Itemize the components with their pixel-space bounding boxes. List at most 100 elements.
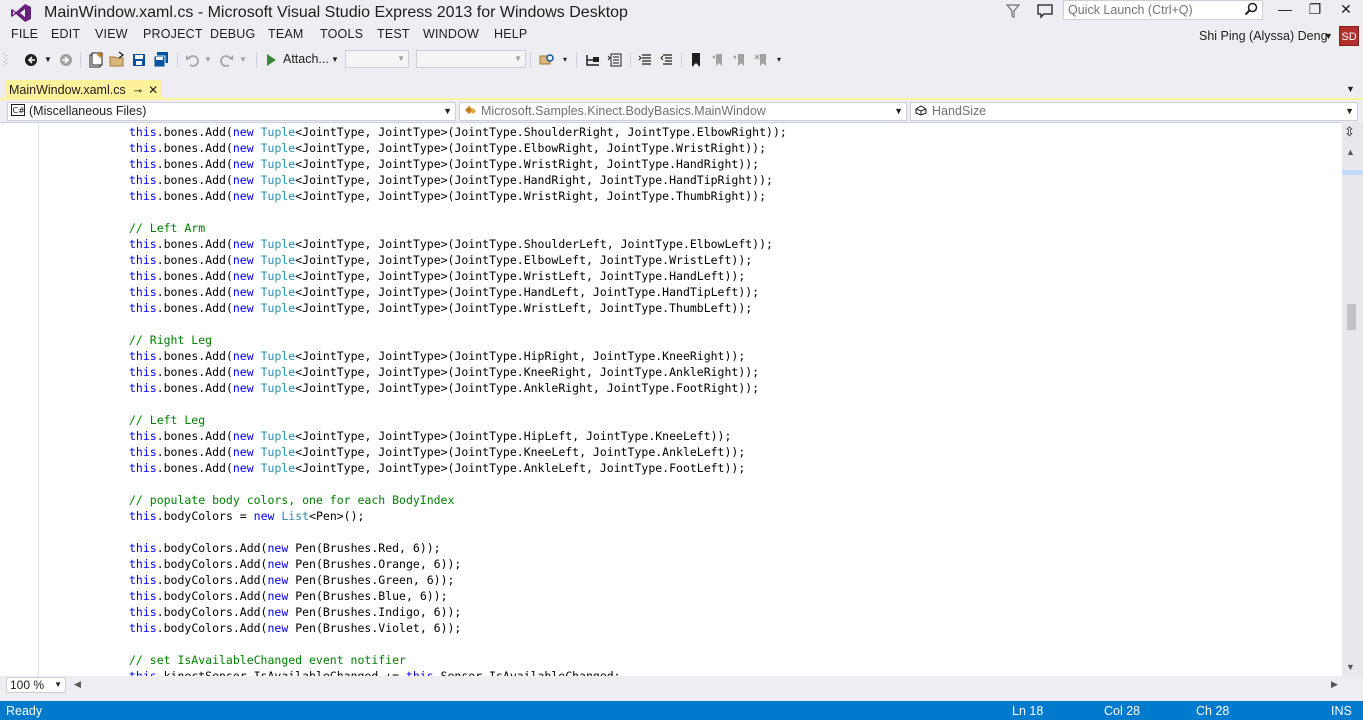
quick-launch-box[interactable] [1063,0,1263,20]
vertical-scrollbar[interactable] [1342,122,1363,676]
maximize-button[interactable]: ❐ [1300,0,1330,20]
quick-launch-input[interactable] [1064,2,1242,18]
code-line[interactable]: this.kinectSensor.IsAvailableChanged += … [129,668,787,676]
menu-tools[interactable]: TOOLS [320,27,363,41]
code-line[interactable]: this.bones.Add(new Tuple<JointType, Join… [129,348,787,364]
project-scope-dropdown[interactable]: C# (Miscellaneous Files) ▼ [7,102,456,121]
toolbar-overflow-chevron-icon[interactable]: ▾ [774,50,784,70]
code-line[interactable]: this.bones.Add(new Tuple<JointType, Join… [129,124,787,140]
code-line[interactable]: this.bones.Add(new Tuple<JointType, Join… [129,252,787,268]
code-line[interactable]: this.bodyColors = new List<Pen>(); [129,508,787,524]
code-line[interactable]: this.bones.Add(new Tuple<JointType, Join… [129,364,787,380]
start-debugging-play-icon[interactable] [263,50,279,70]
code-line[interactable]: this.bones.Add(new Tuple<JointType, Join… [129,428,787,444]
code-line[interactable]: this.bones.Add(new Tuple<JointType, Join… [129,172,787,188]
previous-bookmark-icon[interactable] [710,50,726,70]
code-line[interactable]: this.bodyColors.Add(new Pen(Brushes.Viol… [129,620,787,636]
type-scope-dropdown[interactable]: Microsoft.Samples.Kinect.BodyBasics.Main… [459,102,907,121]
undo-dropdown-chevron-icon[interactable]: ▼ [203,50,213,70]
navigate-back-icon[interactable] [23,50,39,70]
new-project-icon[interactable] [87,50,105,70]
solution-platform-combo[interactable]: ▼ [416,50,526,68]
code-line[interactable]: this.bodyColors.Add(new Pen(Brushes.Indi… [129,604,787,620]
solution-explorer-icon[interactable] [584,50,602,70]
scroll-right-arrow-icon[interactable]: ▶ [1331,679,1338,690]
code-line[interactable]: this.bones.Add(new Tuple<JointType, Join… [129,156,787,172]
menu-team[interactable]: TEAM [268,27,304,41]
code-line[interactable] [129,396,787,412]
save-all-icon[interactable] [152,50,170,70]
menu-test[interactable]: TEST [377,27,410,41]
code-line[interactable]: this.bones.Add(new Tuple<JointType, Join… [129,460,787,476]
code-line[interactable]: // populate body colors, one for each Bo… [129,492,787,508]
toolbar-grip[interactable] [3,50,9,70]
code-line[interactable] [129,204,787,220]
user-name[interactable]: Shi Ping (Alyssa) Deng [1199,29,1328,43]
redo-icon[interactable] [219,50,235,70]
menu-help[interactable]: HELP [494,27,527,41]
minimize-button[interactable]: — [1270,0,1300,20]
code-line[interactable]: this.bodyColors.Add(new Pen(Brushes.Oran… [129,556,787,572]
attach-button[interactable]: Attach... [283,52,329,66]
zoom-level-combo[interactable]: 100 % ▼ [6,677,66,693]
next-bookmark-icon[interactable] [732,50,748,70]
find-in-files-icon[interactable] [538,50,556,70]
menu-window[interactable]: WINDOW [423,27,479,41]
code-line[interactable]: this.bodyColors.Add(new Pen(Brushes.Blue… [129,588,787,604]
code-editor[interactable]: this.bones.Add(new Tuple<JointType, Join… [0,122,1342,676]
code-line[interactable] [129,316,787,332]
member-scope-dropdown[interactable]: HandSize ▼ [910,102,1358,121]
code-line[interactable]: this.bones.Add(new Tuple<JointType, Join… [129,380,787,396]
split-window-icon[interactable]: ⇳ [1344,124,1355,140]
redo-dropdown-chevron-icon[interactable]: ▼ [238,50,248,70]
notifications-filter-icon[interactable] [1004,2,1022,20]
code-line[interactable]: this.bones.Add(new Tuple<JointType, Join… [129,300,787,316]
bookmark-icon[interactable] [689,50,703,70]
code-line[interactable] [129,636,787,652]
code-line[interactable]: this.bodyColors.Add(new Pen(Brushes.Gree… [129,572,787,588]
code-line[interactable]: this.bones.Add(new Tuple<JointType, Join… [129,444,787,460]
code-line[interactable]: // Left Leg [129,412,787,428]
menu-view[interactable]: VIEW [95,27,128,41]
close-tab-icon[interactable]: ✕ [148,83,158,97]
menu-debug[interactable]: DEBUG [210,27,255,41]
code-line[interactable]: // Right Leg [129,332,787,348]
code-line[interactable] [129,524,787,540]
tab-overflow-chevron-down-icon[interactable]: ▼ [1346,84,1355,94]
save-icon[interactable] [131,50,147,70]
navigate-forward-icon[interactable] [58,50,74,70]
code-line[interactable] [129,476,787,492]
code-line[interactable]: this.bones.Add(new Tuple<JointType, Join… [129,140,787,156]
solution-configuration-combo[interactable]: ▼ [345,50,409,68]
code-line[interactable]: // set IsAvailableChanged event notifier [129,652,787,668]
find-dropdown-chevron-icon[interactable]: ▾ [560,50,570,70]
pin-tab-icon[interactable]: ⊸ [134,86,142,97]
menu-edit[interactable]: EDIT [51,27,80,41]
close-button[interactable]: ✕ [1331,0,1361,20]
properties-window-icon[interactable] [606,50,624,70]
attach-dropdown-chevron-icon[interactable]: ▼ [330,50,340,70]
code-text[interactable]: this.bones.Add(new Tuple<JointType, Join… [129,124,787,676]
feedback-icon[interactable] [1036,2,1054,20]
avatar[interactable]: SD [1339,26,1359,46]
scroll-up-arrow-icon[interactable]: ▲ [1346,147,1355,157]
code-line[interactable]: this.bones.Add(new Tuple<JointType, Join… [129,284,787,300]
search-icon[interactable] [1244,2,1258,16]
tab-mainwindow-xaml-cs[interactable]: MainWindow.xaml.cs ⊸ ✕ [5,80,163,100]
menu-file[interactable]: FILE [11,27,38,41]
menu-project[interactable]: PROJECT [143,27,203,41]
code-line[interactable]: this.bodyColors.Add(new Pen(Brushes.Red,… [129,540,787,556]
code-line[interactable]: this.bones.Add(new Tuple<JointType, Join… [129,236,787,252]
uncomment-lines-icon[interactable] [658,50,674,70]
user-chevron-down-icon[interactable]: ▼ [1324,31,1333,41]
back-dropdown-chevron-icon[interactable]: ▼ [43,50,53,70]
open-file-icon[interactable] [108,50,126,70]
clear-bookmarks-icon[interactable] [754,50,770,70]
code-line[interactable]: this.bones.Add(new Tuple<JointType, Join… [129,188,787,204]
scroll-down-arrow-icon[interactable]: ▼ [1346,662,1355,672]
scroll-left-arrow-icon[interactable]: ◀ [74,679,81,690]
vertical-scroll-thumb[interactable] [1347,304,1356,330]
code-line[interactable]: // Left Arm [129,220,787,236]
comment-lines-icon[interactable] [637,50,653,70]
undo-icon[interactable] [184,50,200,70]
